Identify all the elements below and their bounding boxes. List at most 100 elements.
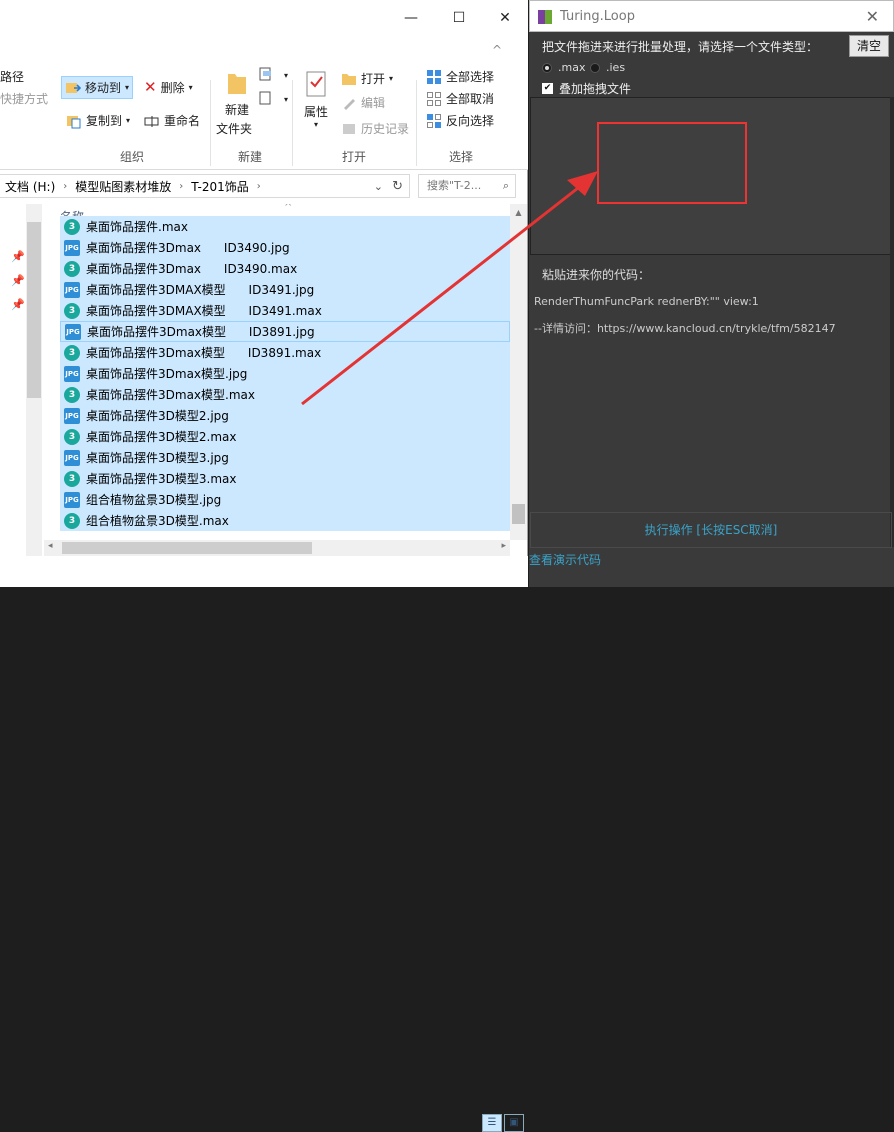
group-label-new: 新建 (238, 150, 263, 164)
explorer-titlebar: — ☐ ✕ (0, 0, 528, 36)
radio-max-label: .max (558, 61, 586, 74)
table-row[interactable]: JPG 桌面饰品摆件3Dmax模型.jpg (60, 363, 510, 384)
table-row[interactable]: 3 桌面饰品摆件3DMAX模型 ID3491.max (60, 300, 510, 321)
copy-to-button[interactable]: 复制到 ▾ (66, 112, 130, 129)
close-button[interactable]: ✕ (490, 6, 520, 30)
file-list[interactable]: ^ 名称 3桌面饰品摆件.maxJPG桌面饰品摆件3Dmax ID3490.jp… (52, 204, 510, 540)
vertical-scrollbar[interactable]: ▲ (510, 204, 527, 540)
breadcrumb-item[interactable]: T-201饰品 (186, 178, 253, 195)
pin-icon[interactable]: 📌 (11, 250, 25, 263)
new-folder-button[interactable]: 新建 文件夹 (216, 70, 252, 137)
move-to-button[interactable]: 移动到 ▾ (61, 76, 134, 99)
scroll-right-icon[interactable]: ▸ (501, 541, 506, 551)
breadcrumb-item[interactable]: 模型贴图素材堆放 (70, 178, 176, 195)
scroll-left-icon[interactable]: ◂ (48, 541, 53, 551)
chevron-right-icon[interactable]: › (176, 181, 186, 192)
table-row[interactable]: 3 组合植物盆景3D模型.max (60, 510, 510, 531)
open-label: 打开 (361, 72, 386, 86)
maximize-button[interactable]: ☐ (444, 6, 474, 30)
file-name: 桌面饰品摆件3D模型3.jpg (86, 451, 229, 465)
table-row[interactable]: JPG 桌面饰品摆件3Dmax ID3490.jpg (60, 237, 510, 258)
pin-icon[interactable]: 📌 (11, 274, 25, 287)
overlay-drag-checkbox[interactable]: ✔ 叠加拖拽文件 (542, 80, 631, 97)
drop-zone[interactable] (530, 97, 892, 255)
ribbon-collapse-icon[interactable]: ^ (482, 38, 512, 62)
copy-path-button[interactable]: 路径 (0, 68, 24, 85)
max-file-icon: 3 (64, 260, 80, 277)
code-editor-line-1[interactable]: RenderThumFuncPark rednerBY:"" view:1 (534, 295, 759, 308)
pin-icon[interactable]: 📌 (11, 298, 25, 311)
chevron-down-icon: ▾ (389, 74, 394, 83)
table-row[interactable]: 3 桌面饰品摆件3D模型2.max (60, 426, 510, 447)
delete-button[interactable]: ✕ 删除 ▾ (144, 78, 193, 96)
nav-scrollbar-thumb[interactable] (27, 222, 41, 398)
radio-unselected-icon[interactable] (590, 62, 600, 73)
details-view-icon[interactable]: ☰ (482, 1114, 502, 1132)
copy-to-icon (66, 113, 82, 129)
new-item-button[interactable]: ▾ (258, 66, 288, 85)
clear-button[interactable]: 清空 (849, 35, 889, 57)
open-button[interactable]: 打开 ▾ (341, 70, 393, 87)
chevron-down-icon: ▾ (126, 116, 131, 125)
new-folder-icon (226, 70, 248, 99)
execute-button[interactable]: 执行操作 [长按ESC取消] (530, 512, 892, 548)
new-folder-label-1: 新建 (225, 103, 250, 117)
breadcrumb[interactable]: 文档 (H:) › 模型贴图素材堆放 › T-201饰品 › ⌄ ↻ (0, 174, 410, 198)
large-icons-view-icon[interactable]: ▣ (504, 1114, 524, 1132)
copy-path-label: 路径 (0, 70, 25, 84)
rename-label: 重命名 (164, 114, 201, 128)
refresh-icon[interactable]: ↻ (392, 179, 403, 194)
checkmark-icon[interactable]: ✔ (542, 83, 553, 94)
search-placeholder: 搜索"T-2... (427, 179, 482, 192)
new-item-icon (258, 66, 280, 85)
table-row[interactable]: JPG 桌面饰品摆件3Dmax模型 ID3891.jpg (60, 321, 510, 342)
select-none-button[interactable]: 全部取消 (426, 90, 494, 107)
jpg-file-icon: JPG (64, 365, 80, 382)
max-file-icon: 3 (64, 386, 80, 403)
select-all-button[interactable]: 全部选择 (426, 68, 494, 85)
horizontal-scrollbar-thumb[interactable] (62, 542, 312, 554)
max-file-icon: 3 (64, 512, 80, 529)
breadcrumb-item[interactable]: 文档 (H:) (0, 178, 60, 195)
table-row[interactable]: 3 桌面饰品摆件.max (60, 216, 510, 237)
edit-button[interactable]: 编辑 (341, 94, 385, 111)
easy-access-button[interactable]: ▾ (258, 90, 288, 109)
table-row[interactable]: JPG 桌面饰品摆件3D模型2.jpg (60, 405, 510, 426)
history-button[interactable]: 历史记录 (341, 120, 409, 137)
drop-prompt: 把文件拖进来进行批量处理，请选择一个文件类型： (542, 40, 819, 54)
scroll-up-icon[interactable]: ▲ (510, 208, 527, 217)
rename-button[interactable]: 重命名 (144, 112, 200, 129)
properties-button[interactable]: 属性 ▾ (304, 70, 328, 129)
table-row[interactable]: JPG 组合植物盆景3D模型.jpg (60, 489, 510, 510)
chevron-right-icon[interactable]: › (60, 181, 70, 192)
vertical-scrollbar-thumb[interactable] (512, 504, 525, 524)
table-row[interactable]: 3 桌面饰品摆件3Dmax模型.max (60, 384, 510, 405)
max-file-icon: 3 (64, 470, 80, 487)
radio-selected-icon[interactable] (542, 62, 552, 73)
group-divider (210, 80, 211, 166)
table-row[interactable]: 3 桌面饰品摆件3Dmax ID3490.max (60, 258, 510, 279)
max-file-icon: 3 (64, 428, 80, 445)
radio-ies[interactable]: .ies (590, 61, 625, 74)
app-close-button[interactable]: ✕ (866, 7, 879, 26)
table-row[interactable]: 3 桌面饰品摆件3Dmax模型 ID3891.max (60, 342, 510, 363)
app-side-scrollbar[interactable] (890, 97, 894, 547)
group-label-select: 选择 (449, 150, 474, 164)
easy-access-icon (258, 90, 280, 109)
group-label-open: 打开 (342, 150, 367, 164)
table-row[interactable]: JPG 桌面饰品摆件3DMAX模型 ID3491.jpg (60, 279, 510, 300)
radio-max[interactable]: .max (542, 61, 585, 74)
table-row[interactable]: JPG 桌面饰品摆件3D模型3.jpg (60, 447, 510, 468)
chevron-right-icon[interactable]: › (254, 181, 264, 192)
search-icon[interactable]: ⌕ (503, 175, 509, 197)
file-name: 桌面饰品摆件3D模型2.jpg (86, 409, 229, 423)
table-row[interactable]: 3 桌面饰品摆件3D模型3.max (60, 468, 510, 489)
search-input[interactable]: 搜索"T-2... ⌕ (418, 174, 516, 198)
address-dropdown-icon[interactable]: ⌄ (374, 180, 383, 193)
paste-shortcut-button[interactable]: 快捷方式 (0, 90, 48, 107)
app-title: Turing.Loop (560, 9, 635, 24)
code-editor-line-2[interactable]: --详情访问：https://www.kancloud.cn/trykle/tf… (534, 320, 836, 336)
minimize-button[interactable]: — (396, 6, 426, 30)
invert-selection-button[interactable]: 反向选择 (426, 112, 494, 129)
view-demo-code-link[interactable]: 查看演示代码 (529, 551, 601, 568)
